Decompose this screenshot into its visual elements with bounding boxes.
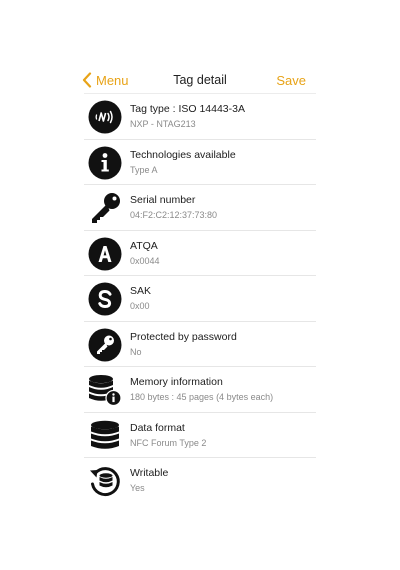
- row-subtitle: 180 bytes : 45 pages (4 bytes each): [130, 392, 274, 402]
- key-icon: [88, 191, 122, 225]
- back-button-label: Menu: [96, 72, 129, 88]
- letter-s-icon: [88, 282, 122, 316]
- back-button[interactable]: Menu: [82, 70, 129, 90]
- row-sak[interactable]: SAK 0x00: [84, 275, 316, 321]
- navigation-bar: Menu Tag detail Save: [82, 68, 318, 92]
- row-subtitle: NFC Forum Type 2: [130, 437, 207, 448]
- row-writable[interactable]: Writable Yes: [84, 457, 316, 503]
- row-data-format[interactable]: Data format NFC Forum Type 2: [84, 411, 316, 458]
- row-title: Memory information: [130, 376, 223, 388]
- chevron-left-icon: [82, 72, 92, 88]
- row-subtitle: No: [130, 346, 142, 357]
- key-circle-icon: [88, 328, 122, 362]
- row-serial-number[interactable]: Serial number 04:F2:C2:12:37:73:80: [84, 184, 316, 230]
- letter-a-icon: [88, 237, 122, 271]
- row-title: Serial number: [130, 194, 196, 206]
- row-subtitle: 0x0044: [130, 255, 160, 266]
- tag-detail-list: Tag type : ISO 14443-3A NXP - NTAG213 Te…: [84, 93, 316, 503]
- tag-detail-screen: Menu Tag detail Save Tag type : ISO 1444…: [0, 0, 400, 570]
- rewrite-icon: [88, 464, 122, 498]
- info-icon: [88, 146, 122, 180]
- row-title: Writable: [130, 467, 169, 479]
- row-subtitle: NXP - NTAG213: [130, 119, 196, 129]
- row-subtitle: 04:F2:C2:12:37:73:80: [130, 210, 218, 220]
- row-title: ATQA: [130, 239, 158, 252]
- row-title: Data format: [130, 421, 185, 434]
- row-tag-type[interactable]: Tag type : ISO 14443-3A NXP - NTAG213: [84, 93, 316, 139]
- row-title: Technologies available: [130, 148, 236, 161]
- row-subtitle: Type A: [130, 164, 158, 175]
- row-title: Tag type : ISO 14443-3A: [130, 103, 245, 115]
- row-memory-information[interactable]: Memory information 180 bytes : 45 pages …: [84, 366, 316, 412]
- row-password-protection[interactable]: Protected by password No: [84, 320, 316, 367]
- row-title: SAK: [130, 285, 152, 297]
- row-subtitle: 0x00: [130, 301, 150, 311]
- row-technologies[interactable]: Technologies available Type A: [84, 138, 316, 185]
- row-atqa[interactable]: ATQA 0x0044: [84, 229, 316, 276]
- nfc-icon: [88, 100, 122, 134]
- database-info-icon: [88, 373, 122, 407]
- database-icon: [88, 419, 122, 453]
- row-title: Protected by password: [130, 330, 237, 343]
- save-button[interactable]: Save: [276, 73, 306, 88]
- row-subtitle: Yes: [130, 483, 145, 493]
